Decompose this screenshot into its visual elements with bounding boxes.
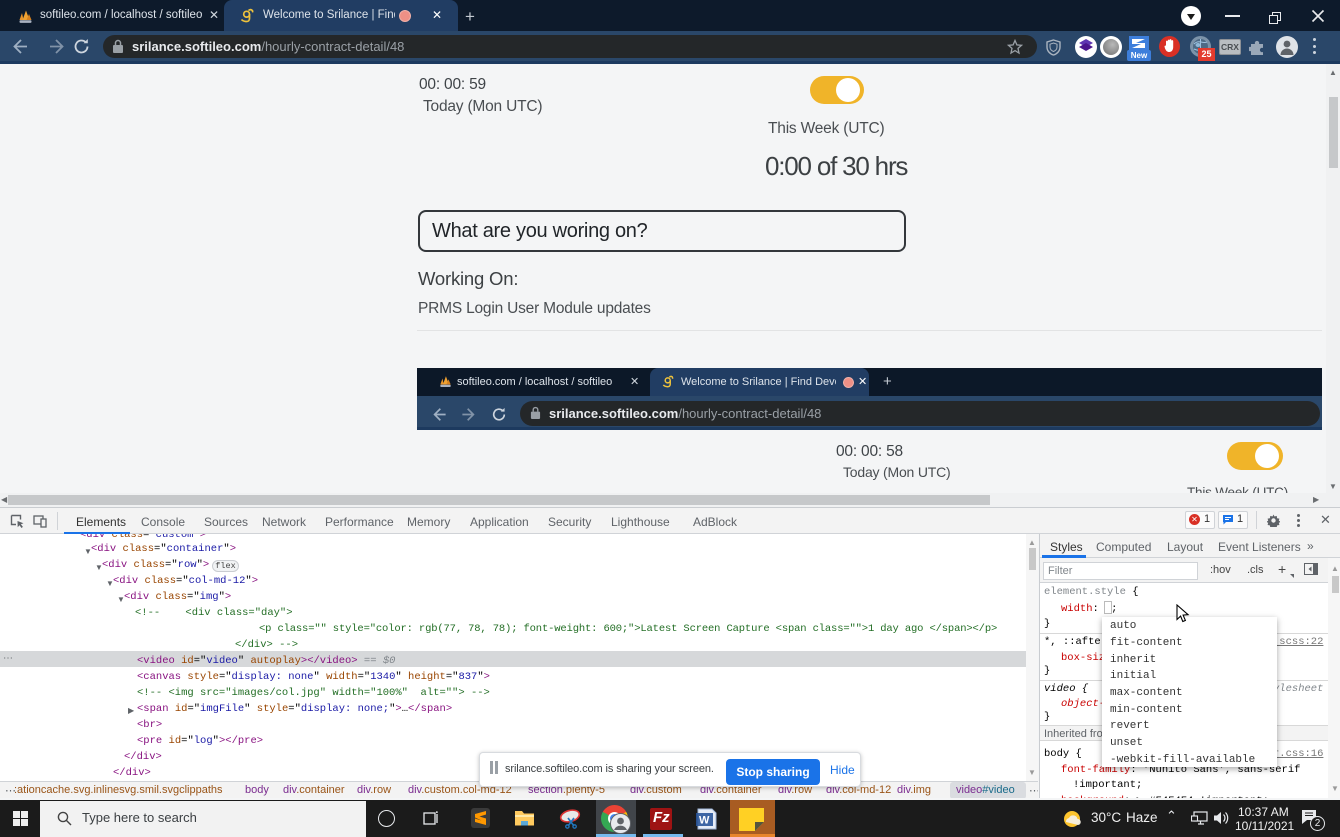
- svg-text:W: W: [699, 815, 710, 827]
